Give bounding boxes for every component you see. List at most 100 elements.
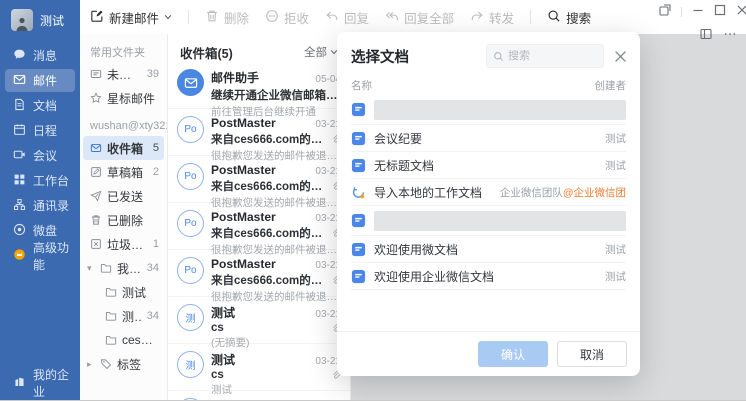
- block-icon: [265, 9, 279, 26]
- reply-button[interactable]: 回复: [325, 8, 369, 27]
- cancel-button[interactable]: 取消: [557, 341, 627, 367]
- mailbox-title: 收件箱(5): [180, 43, 233, 62]
- document-search-input[interactable]: [508, 50, 597, 62]
- doc-row-loading: [351, 206, 626, 236]
- trash-icon: [90, 214, 102, 226]
- close-icon[interactable]: [614, 50, 627, 63]
- controls-separator: [681, 7, 682, 17]
- junk-icon: [90, 238, 102, 250]
- folder-icon: [105, 310, 117, 322]
- folder-tags[interactable]: ▸ 标签: [83, 352, 164, 376]
- folder-unread[interactable]: 未读邮件 39: [83, 62, 164, 86]
- sent-icon: [90, 190, 102, 202]
- delete-button[interactable]: 删除: [205, 8, 249, 27]
- sidebar-item-label: 日程: [33, 122, 57, 139]
- unread-mail-icon: [90, 68, 102, 80]
- mail-list-header: 收件箱(5) 全部: [168, 34, 350, 62]
- inbox-icon: [90, 142, 102, 154]
- sender-avatar: [177, 398, 204, 400]
- email-list-item[interactable]: Po PostMaster03-21 来自ces666.com的退信 很抱歉您发…: [168, 156, 350, 203]
- sidebar-item-workbench[interactable]: 工作台: [5, 169, 75, 192]
- sidebar-item-messages[interactable]: 消息: [5, 44, 75, 67]
- sidebar-item-schedule[interactable]: 日程: [5, 119, 75, 142]
- sidebar-bottom-label: 我的企业: [33, 366, 80, 400]
- reject-button[interactable]: 拒收: [265, 8, 309, 27]
- folder-icon: [105, 286, 117, 298]
- my-folders-count: 34: [147, 262, 159, 274]
- doc-row[interactable]: 欢迎使用微文档 测试: [351, 236, 626, 263]
- forward-button[interactable]: 转发: [470, 8, 514, 27]
- contacts-icon: [13, 198, 26, 214]
- folder-sent[interactable]: 已发送: [83, 184, 164, 208]
- folder-starred[interactable]: 星标邮件: [83, 86, 164, 110]
- sender-avatar: Po: [177, 163, 204, 190]
- search-button[interactable]: 搜索: [547, 8, 591, 27]
- workbench-icon: [13, 173, 26, 189]
- folder-deleted[interactable]: 已删除: [83, 208, 164, 232]
- email-list-item[interactable]: 邮件助手05-04 继续开通企业微信邮箱服务 前往管理后台继续开通: [168, 62, 350, 109]
- loading-placeholder: [374, 211, 626, 231]
- folder-inbox[interactable]: 收件箱 5: [83, 136, 164, 160]
- sender-avatar: Po: [177, 116, 204, 143]
- caret-down-icon[interactable]: ▾: [87, 263, 95, 274]
- email-list-item[interactable]: 测 测试03-21 cs (无摘要): [168, 297, 350, 344]
- folder-panel: 常用文件夹 未读邮件 39 星标邮件 wushan@xty321.w... 收件…: [80, 34, 168, 400]
- sidebar-item-my-company[interactable]: 我的企业: [0, 366, 80, 400]
- folder-section-label: 常用文件夹: [80, 42, 167, 62]
- meeting-icon: [13, 148, 26, 164]
- folder-drafts[interactable]: 草稿箱 2: [83, 160, 164, 184]
- sidebar-item-docs[interactable]: 文档: [5, 94, 75, 117]
- chevron-down-icon: [164, 10, 172, 24]
- mail-assistant-avatar: [177, 69, 204, 96]
- document-icon: [351, 269, 366, 284]
- doc-row[interactable]: 会议纪要 测试: [351, 125, 626, 152]
- sidebar-item-premium[interactable]: 高级功能: [5, 244, 75, 267]
- doc-row[interactable]: 无标题文档 测试: [351, 152, 626, 179]
- inbox-count: 5: [153, 142, 159, 154]
- caret-right-icon[interactable]: ▸: [87, 359, 95, 370]
- document-icon: [351, 131, 366, 146]
- folder-my-folders[interactable]: ▾ 我的文件夹 34: [83, 256, 164, 280]
- mail-filter-dropdown[interactable]: 全部: [304, 44, 338, 60]
- reply-all-icon: [385, 9, 399, 26]
- sidebar-item-label: 微盘: [33, 222, 57, 239]
- reply-all-button[interactable]: 回复全部: [385, 8, 454, 27]
- sidebar-item-meeting[interactable]: 会议: [5, 144, 75, 167]
- confirm-button[interactable]: 确认: [478, 341, 548, 367]
- sidebar-item-contacts[interactable]: 通讯录: [5, 194, 75, 217]
- loading-placeholder: [374, 100, 626, 120]
- account-label: wushan@xty321.w...: [80, 116, 167, 136]
- sidebar-item-mail[interactable]: 邮件: [5, 69, 75, 92]
- email-list-item[interactable]: Po PostMaster03-21 来自ces666.com的退信 很抱歉您发…: [168, 203, 350, 250]
- folder-sub-ceshishanch[interactable]: ceshishanch...: [83, 328, 164, 352]
- folder-sub-test3[interactable]: 测试3 34: [83, 304, 164, 328]
- email-list-item[interactable]: [168, 391, 350, 400]
- doc-row[interactable]: 导入本地的工作文档 企业微信团队@企业微信团: [351, 179, 626, 206]
- folder-junk[interactable]: 垃圾邮件 1: [83, 232, 164, 256]
- tag-icon: [100, 358, 112, 370]
- toolbar-separator: [188, 10, 189, 24]
- user-avatar: [11, 9, 33, 31]
- folder-icon: [100, 262, 112, 274]
- document-icon: [351, 213, 366, 228]
- sidebar-item-label: 文档: [33, 97, 57, 114]
- maximize-icon[interactable]: [714, 3, 726, 21]
- mini-window-icon[interactable]: [659, 3, 671, 21]
- email-list-item[interactable]: Po PostMaster03-21 来自ces666.com的退信 很抱歉您发…: [168, 109, 350, 156]
- close-window-icon[interactable]: [736, 3, 746, 21]
- email-list-item[interactable]: Po PostMaster03-21 来自ces666.com的退信 很抱歉您发…: [168, 250, 350, 297]
- reading-pane-icon[interactable]: [700, 27, 712, 45]
- folder-sub-test[interactable]: 测试: [83, 280, 164, 304]
- column-name: 名称: [351, 78, 372, 93]
- draft-icon: [90, 166, 102, 178]
- more-options-icon[interactable]: [724, 27, 736, 45]
- user-profile[interactable]: 测试: [0, 0, 80, 40]
- document-search-box[interactable]: [486, 44, 604, 68]
- document-table-header: 名称 创建者: [337, 74, 640, 95]
- email-list-item[interactable]: 测 测试03-21 cs 测试: [168, 344, 350, 391]
- minimize-icon[interactable]: [692, 3, 704, 21]
- mail-icon: [13, 73, 26, 89]
- app-window: 测试 消息 邮件 文档 日程 会议: [0, 0, 746, 401]
- compose-button[interactable]: 新建邮件: [90, 8, 172, 27]
- doc-row[interactable]: 欢迎使用企业微信文档 测试: [351, 263, 626, 290]
